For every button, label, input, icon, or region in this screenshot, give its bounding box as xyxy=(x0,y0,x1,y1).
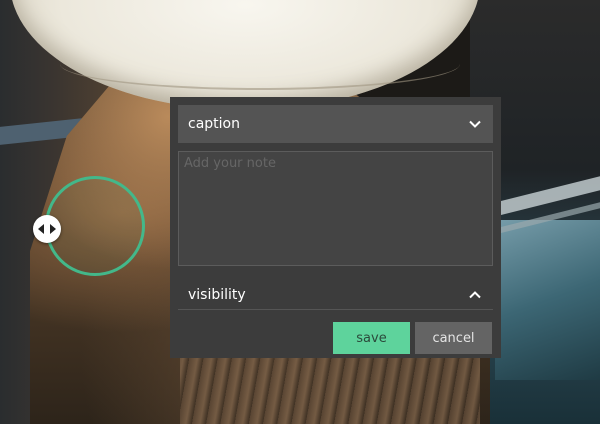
save-button[interactable]: save xyxy=(333,322,410,354)
lamp-rim xyxy=(60,38,460,90)
horizontal-arrows-icon xyxy=(38,224,56,234)
note-textarea[interactable] xyxy=(178,151,493,266)
annotation-type-dropdown[interactable]: caption xyxy=(178,105,493,143)
photo-viewer: caption visibility save cancel xyxy=(0,0,600,424)
annotation-panel: caption visibility save cancel xyxy=(170,97,501,358)
chevron-down-icon xyxy=(469,120,481,128)
cancel-button[interactable]: cancel xyxy=(415,322,492,354)
visibility-label: visibility xyxy=(188,286,246,303)
background-glass xyxy=(495,220,600,380)
dropdown-label: caption xyxy=(188,116,240,132)
visibility-toggle[interactable]: visibility xyxy=(178,280,493,310)
chevron-up-icon xyxy=(469,290,481,299)
resize-handle[interactable] xyxy=(33,215,61,243)
